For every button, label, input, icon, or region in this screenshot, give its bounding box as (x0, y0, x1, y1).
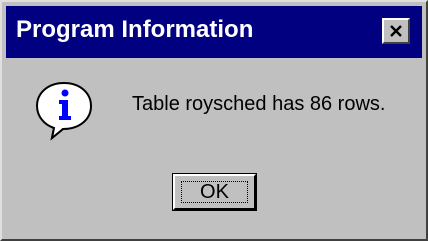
close-icon (390, 25, 402, 37)
ok-button-label: OK (181, 181, 248, 203)
dialog-message: Table roysched has 86 rows. (132, 93, 386, 115)
program-information-dialog: Program Information Table roysched has 8… (0, 0, 428, 241)
ok-button[interactable]: OK (173, 174, 256, 210)
window-title: Program Information (16, 16, 254, 43)
title-bar[interactable]: Program Information (6, 6, 422, 58)
close-button[interactable] (382, 18, 410, 44)
info-icon (34, 80, 94, 147)
